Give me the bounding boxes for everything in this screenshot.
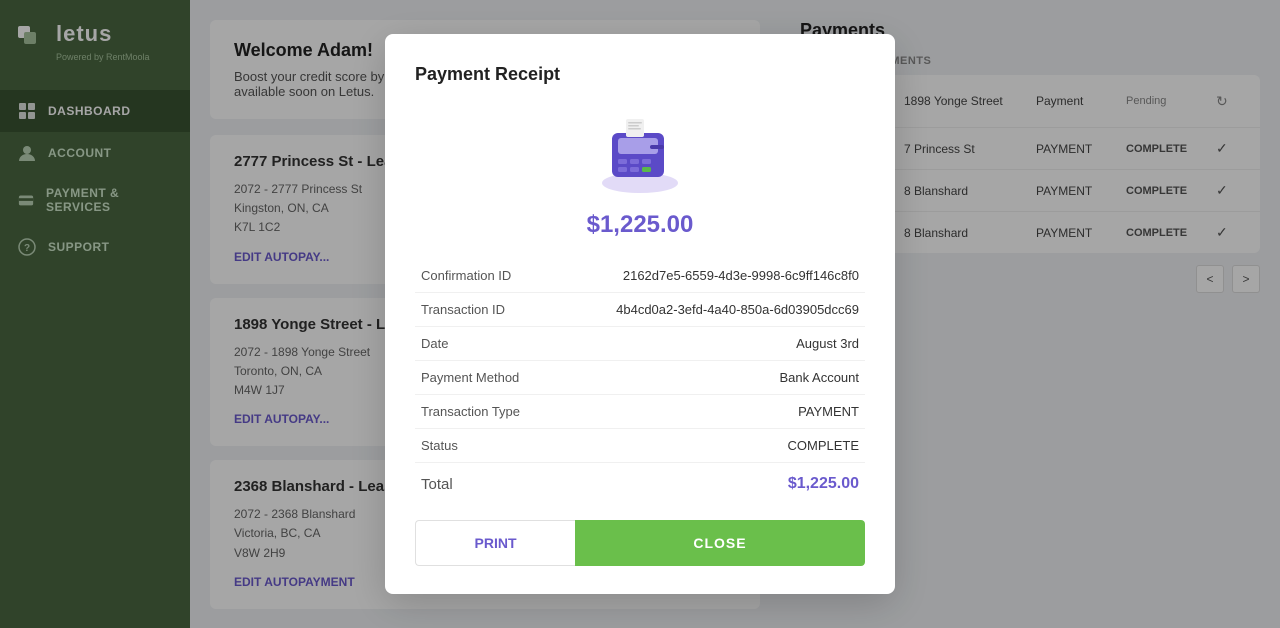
receipt-row-1: Transaction ID 4b4cd0a2-3efd-4a40-850a-6…	[415, 293, 865, 327]
print-button[interactable]: PRINT	[415, 520, 575, 566]
field-value-1: 4b4cd0a2-3efd-4a40-850a-6d03905dcc69	[552, 293, 865, 327]
modal-actions: PRINT CLOSE	[415, 520, 865, 566]
total-label: Total	[415, 463, 552, 503]
payment-receipt-modal: Payment Receipt	[385, 34, 895, 594]
receipt-amount: $1,225.00	[415, 211, 865, 239]
field-label-4: Transaction Type	[415, 395, 552, 429]
field-label-1: Transaction ID	[415, 293, 552, 327]
pos-terminal-icon	[590, 105, 690, 195]
modal-overlay: Payment Receipt	[0, 0, 1280, 628]
receipt-row-0: Confirmation ID 2162d7e5-6559-4d3e-9998-…	[415, 259, 865, 293]
modal-title: Payment Receipt	[415, 64, 865, 85]
field-label-2: Date	[415, 327, 552, 361]
receipt-row-2: Date August 3rd	[415, 327, 865, 361]
receipt-row-5: Status COMPLETE	[415, 429, 865, 463]
field-value-0: 2162d7e5-6559-4d3e-9998-6c9ff146c8f0	[552, 259, 865, 293]
field-value-4: PAYMENT	[552, 395, 865, 429]
receipt-total-row: Total $1,225.00	[415, 463, 865, 503]
total-value: $1,225.00	[552, 463, 865, 503]
field-value-2: August 3rd	[552, 327, 865, 361]
close-button[interactable]: CLOSE	[575, 520, 865, 566]
receipt-icon-wrap	[415, 105, 865, 195]
receipt-table: Confirmation ID 2162d7e5-6559-4d3e-9998-…	[415, 259, 865, 502]
field-label-0: Confirmation ID	[415, 259, 552, 293]
receipt-row-4: Transaction Type PAYMENT	[415, 395, 865, 429]
receipt-row-3: Payment Method Bank Account	[415, 361, 865, 395]
field-value-3: Bank Account	[552, 361, 865, 395]
field-label-5: Status	[415, 429, 552, 463]
field-label-3: Payment Method	[415, 361, 552, 395]
field-value-5: COMPLETE	[552, 429, 865, 463]
